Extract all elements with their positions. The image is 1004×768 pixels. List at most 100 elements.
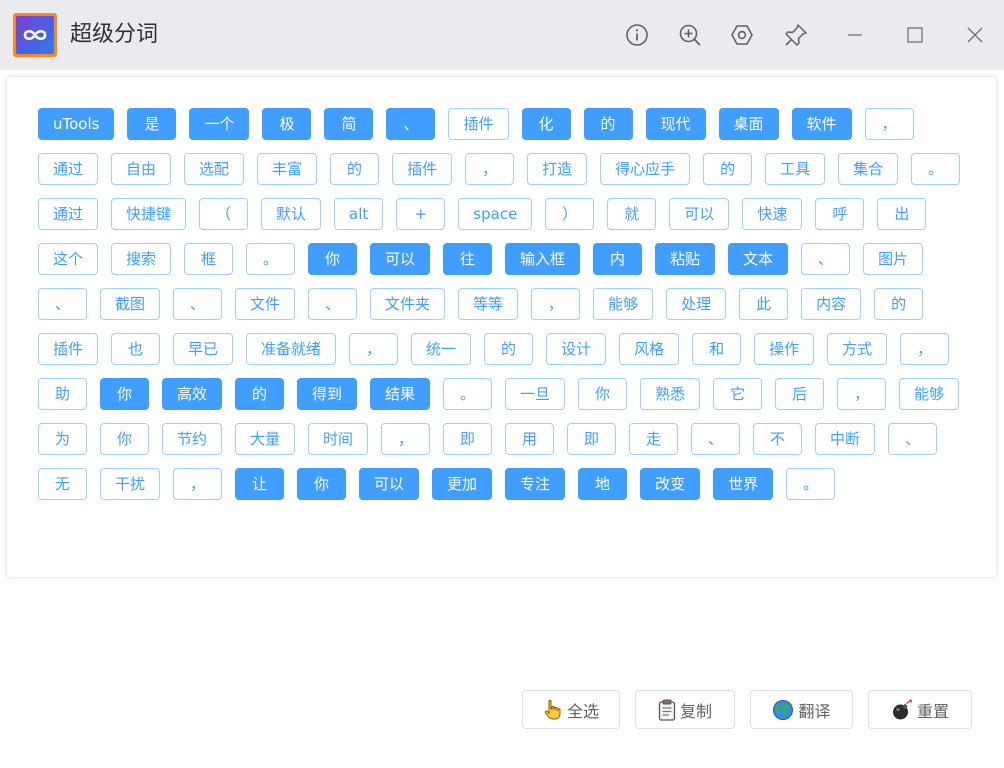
word-token[interactable]: 它	[713, 378, 763, 410]
hexagon-settings-icon[interactable]	[727, 20, 757, 50]
word-token[interactable]: 节约	[162, 423, 223, 455]
word-token[interactable]: 集合	[838, 153, 899, 185]
word-token[interactable]: ，	[900, 333, 950, 365]
word-token[interactable]: 准备就绪	[246, 333, 337, 365]
word-token[interactable]: 搜索	[111, 243, 172, 275]
word-token[interactable]: 插件	[38, 333, 99, 365]
word-token[interactable]: 你	[578, 378, 628, 410]
word-token[interactable]: 、	[38, 288, 87, 320]
word-token[interactable]: 无	[38, 468, 87, 500]
word-token[interactable]: 内	[593, 243, 643, 275]
word-token[interactable]: 通过	[38, 198, 99, 230]
word-token[interactable]: 、	[691, 423, 741, 455]
word-token[interactable]: 、	[386, 108, 436, 140]
word-token[interactable]: 等等	[458, 288, 519, 320]
word-token[interactable]: 内容	[801, 288, 862, 320]
word-token[interactable]: 丰富	[257, 153, 318, 185]
word-token[interactable]: 统一	[411, 333, 472, 365]
word-token[interactable]: 方式	[827, 333, 888, 365]
word-token[interactable]: 也	[111, 333, 161, 365]
word-token[interactable]: 插件	[448, 108, 509, 140]
word-token[interactable]: 选配	[184, 153, 245, 185]
word-token[interactable]: 简	[324, 108, 374, 140]
word-token[interactable]: uTools	[38, 108, 115, 140]
word-token[interactable]: 的	[874, 288, 924, 320]
pin-icon[interactable]	[781, 20, 811, 50]
word-token[interactable]: 文件夹	[370, 288, 446, 320]
word-token[interactable]: 、	[308, 288, 358, 320]
word-token[interactable]: 打造	[527, 153, 588, 185]
word-token[interactable]: 地	[578, 468, 628, 500]
word-token[interactable]: space	[458, 198, 533, 230]
word-token[interactable]: ，	[864, 108, 914, 140]
word-token[interactable]: 一个	[189, 108, 250, 140]
word-token[interactable]: ，	[837, 378, 887, 410]
word-token[interactable]: 化	[521, 108, 571, 140]
reset-button[interactable]: 重置	[868, 690, 972, 729]
word-token[interactable]: 插件	[392, 153, 453, 185]
word-token[interactable]: 自由	[111, 153, 172, 185]
word-token[interactable]: 你	[297, 468, 347, 500]
word-token[interactable]: 输入框	[505, 243, 581, 275]
word-token[interactable]: 处理	[666, 288, 727, 320]
word-token[interactable]: ，	[465, 153, 515, 185]
word-token[interactable]: 框	[184, 243, 234, 275]
word-token[interactable]: 熟悉	[640, 378, 701, 410]
word-token[interactable]: 得心应手	[600, 153, 691, 185]
word-token[interactable]: 走	[629, 423, 679, 455]
word-token[interactable]: 通过	[38, 153, 99, 185]
word-token[interactable]: 一旦	[505, 378, 566, 410]
word-token[interactable]: 的	[703, 153, 753, 185]
word-token[interactable]: ，	[349, 333, 399, 365]
word-token[interactable]: ，	[173, 468, 223, 500]
maximize-icon[interactable]	[900, 20, 930, 50]
word-token[interactable]: 文本	[728, 243, 789, 275]
minimize-icon[interactable]	[840, 20, 870, 50]
word-token[interactable]: 现代	[645, 108, 706, 140]
word-token[interactable]: 可以	[669, 198, 730, 230]
word-token[interactable]: 图片	[863, 243, 924, 275]
word-token[interactable]: 风格	[619, 333, 680, 365]
word-token[interactable]: 用	[505, 423, 555, 455]
word-token[interactable]: 呼	[815, 198, 865, 230]
word-token[interactable]: 往	[443, 243, 493, 275]
word-token[interactable]: 截图	[100, 288, 161, 320]
word-token[interactable]: 可以	[359, 468, 420, 500]
word-token[interactable]: 、	[888, 423, 938, 455]
word-token[interactable]: 专注	[505, 468, 566, 500]
word-token[interactable]: 默认	[261, 198, 322, 230]
word-token[interactable]: 出	[877, 198, 927, 230]
word-token[interactable]: 助	[38, 378, 87, 410]
word-token[interactable]: 软件	[791, 108, 852, 140]
word-token[interactable]: 的	[330, 153, 380, 185]
word-token[interactable]: 早已	[173, 333, 234, 365]
word-token[interactable]: 干扰	[100, 468, 161, 500]
word-token[interactable]: 为	[38, 423, 87, 455]
word-token[interactable]: 、	[801, 243, 851, 275]
word-token[interactable]: 快速	[742, 198, 803, 230]
word-token[interactable]: 让	[235, 468, 285, 500]
translate-button[interactable]: 翻译	[750, 690, 853, 729]
word-token[interactable]: 时间	[308, 423, 369, 455]
info-icon[interactable]	[622, 20, 652, 50]
word-token[interactable]: 这个	[38, 243, 99, 275]
zoom-in-icon[interactable]	[675, 20, 705, 50]
word-token[interactable]: 的	[484, 333, 534, 365]
word-token[interactable]: （	[199, 198, 249, 230]
word-token[interactable]: 能够	[899, 378, 960, 410]
word-token[interactable]: 是	[127, 108, 177, 140]
word-token[interactable]: ，	[531, 288, 581, 320]
word-token[interactable]: 你	[100, 423, 149, 455]
word-token[interactable]: 更加	[432, 468, 493, 500]
word-token[interactable]: 。	[443, 378, 493, 410]
word-token[interactable]: 操作	[754, 333, 815, 365]
word-token[interactable]: 、	[173, 288, 223, 320]
word-token[interactable]: 大量	[235, 423, 296, 455]
word-token[interactable]: 后	[775, 378, 825, 410]
word-token[interactable]: 和	[692, 333, 742, 365]
word-token[interactable]: 。	[246, 243, 296, 275]
word-token[interactable]: 不	[753, 423, 803, 455]
word-token[interactable]: 。	[786, 468, 836, 500]
word-token[interactable]: 结果	[370, 378, 431, 410]
word-token[interactable]: 工具	[765, 153, 826, 185]
